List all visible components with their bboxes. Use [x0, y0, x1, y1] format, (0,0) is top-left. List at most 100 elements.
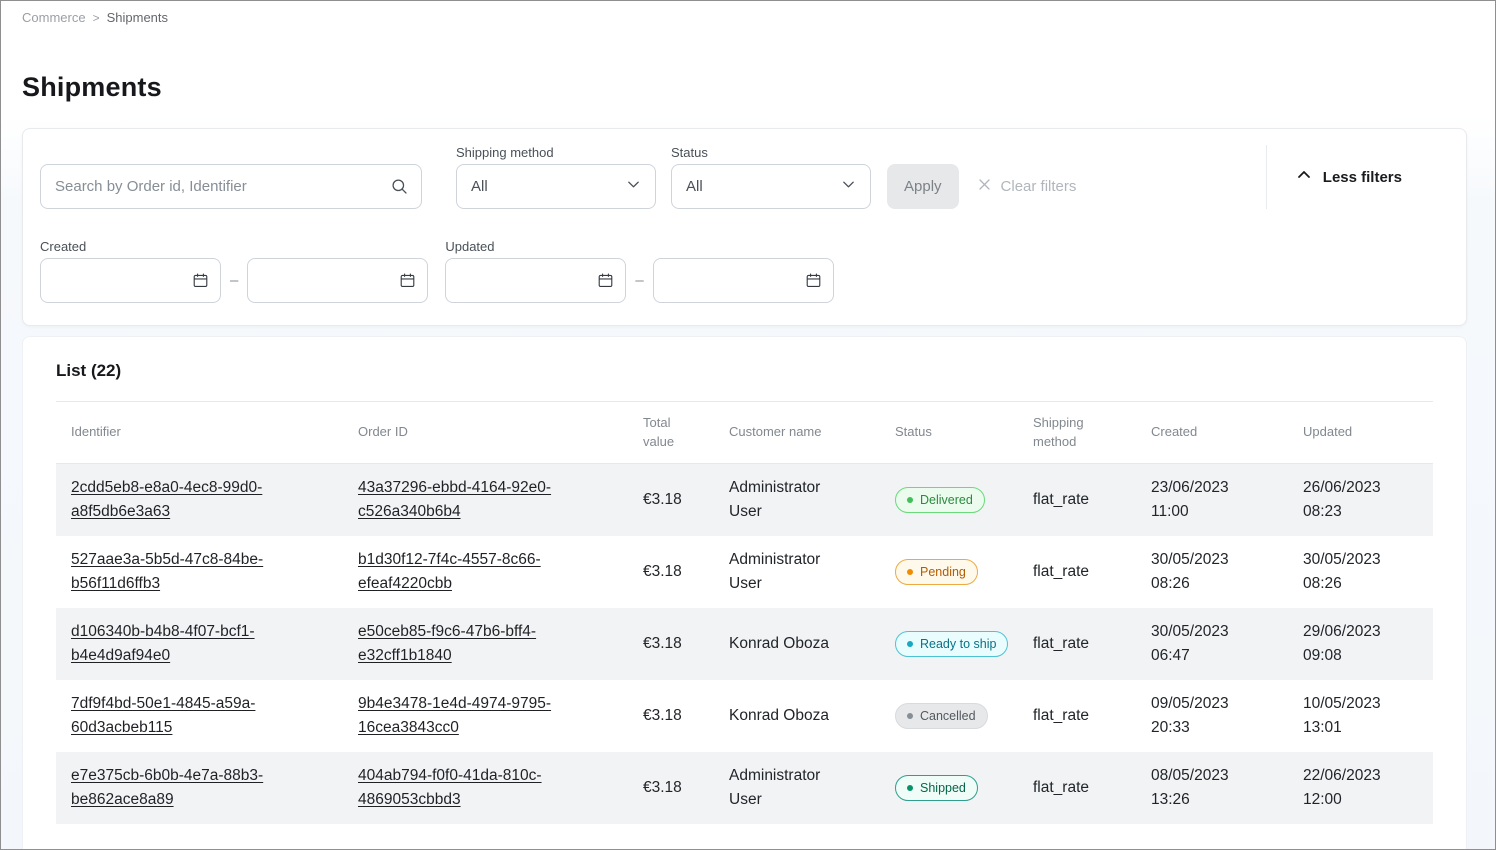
table-row: d106340b-b4b8-4f07-bcf1-b4e4d9af94e0 e50… — [56, 608, 1433, 680]
updated-cell: 30/05/2023 08:26 — [1288, 536, 1433, 608]
column-header-total-value: Total value — [628, 402, 714, 464]
shipping-method-cell: flat_rate — [1018, 464, 1136, 537]
identifier-link[interactable]: 2cdd5eb8-e8a0-4ec8-99d0-a8f5db6e3a63 — [71, 479, 262, 520]
status-dot — [907, 785, 913, 791]
created-label: Created — [40, 239, 428, 254]
table-row: 7df9f4bd-50e1-4845-a59a-60d3acbeb115 9b4… — [56, 680, 1433, 752]
order-id-link[interactable]: 9b4e3478-1e4d-4974-9795-16cea3843cc0 — [358, 695, 551, 736]
clear-filters-label: Clear filters — [1001, 178, 1077, 195]
updated-label: Updated — [445, 239, 833, 254]
shipments-table: Identifier Order ID Total value Customer… — [56, 401, 1433, 824]
less-filters-button[interactable]: Less filters — [1296, 167, 1402, 187]
status-badge-label: Ready to ship — [920, 636, 996, 652]
column-header-customer-name: Customer name — [714, 402, 880, 464]
status-badge-label: Pending — [920, 564, 966, 580]
column-header-order-id: Order ID — [343, 402, 628, 464]
customer-name-cell: Konrad Oboza — [714, 608, 880, 680]
shipping-method-value: All — [471, 178, 488, 195]
breadcrumb-separator: > — [93, 11, 100, 25]
status-badge: Cancelled — [895, 703, 988, 729]
created-to-input[interactable] — [247, 258, 428, 303]
total-value-cell: €3.18 — [628, 464, 714, 537]
identifier-link[interactable]: d106340b-b4b8-4f07-bcf1-b4e4d9af94e0 — [71, 623, 255, 664]
order-id-link[interactable]: 404ab794-f0f0-41da-810c-4869053cbbd3 — [358, 767, 542, 808]
status-label: Status — [671, 145, 871, 160]
filters-panel: Shipping method All Status All Apply — [22, 128, 1467, 326]
shipping-method-label: Shipping method — [456, 145, 656, 160]
order-id-link[interactable]: 43a37296-ebbd-4164-92e0-c526a340b6b4 — [358, 479, 551, 520]
shipments-table-body: 2cdd5eb8-e8a0-4ec8-99d0-a8f5db6e3a63 43a… — [56, 464, 1433, 825]
breadcrumb: Commerce > Shipments — [1, 1, 1495, 25]
status-badge-label: Cancelled — [920, 708, 976, 724]
search-input[interactable] — [40, 164, 422, 209]
shipping-method-cell: flat_rate — [1018, 608, 1136, 680]
shipping-method-cell: flat_rate — [1018, 536, 1136, 608]
close-icon — [977, 177, 992, 196]
updated-filter: Updated – — [445, 239, 833, 303]
customer-name-cell: Administrator User — [714, 752, 880, 824]
identifier-link[interactable]: 7df9f4bd-50e1-4845-a59a-60d3acbeb115 — [71, 695, 255, 736]
identifier-link[interactable]: e7e375cb-6b0b-4e7a-88b3-be862ace8a89 — [71, 767, 263, 808]
status-filter: Status All — [671, 145, 871, 209]
shipping-method-cell: flat_rate — [1018, 752, 1136, 824]
less-filters-label: Less filters — [1323, 169, 1402, 186]
column-header-status: Status — [880, 402, 1018, 464]
status-dot — [907, 569, 913, 575]
customer-name-cell: Administrator User — [714, 464, 880, 537]
created-cell: 30/05/2023 06:47 — [1136, 608, 1288, 680]
updated-cell: 22/06/2023 12:00 — [1288, 752, 1433, 824]
table-header: Identifier Order ID Total value Customer… — [56, 402, 1433, 464]
total-value-cell: €3.18 — [628, 608, 714, 680]
updated-cell: 10/05/2023 13:01 — [1288, 680, 1433, 752]
order-id-link[interactable]: e50ceb85-f9c6-47b6-bff4-e32cff1b1840 — [358, 623, 536, 664]
status-dot — [907, 641, 913, 647]
customer-name-cell: Konrad Oboza — [714, 680, 880, 752]
column-header-shipping-method: Shipping method — [1018, 402, 1136, 464]
status-badge-label: Shipped — [920, 780, 966, 796]
page-title: Shipments — [22, 72, 1495, 103]
order-id-link[interactable]: b1d30f12-7f4c-4557-8c66-efeaf4220cbb — [358, 551, 541, 592]
filters-divider — [1266, 145, 1267, 209]
updated-cell: 26/06/2023 08:23 — [1288, 464, 1433, 537]
table-row: 2cdd5eb8-e8a0-4ec8-99d0-a8f5db6e3a63 43a… — [56, 464, 1433, 537]
customer-name-cell: Administrator User — [714, 536, 880, 608]
status-value: All — [686, 178, 703, 195]
filters-row-primary: Shipping method All Status All Apply — [40, 145, 1450, 209]
created-cell: 09/05/2023 20:33 — [1136, 680, 1288, 752]
chevron-up-icon — [1296, 167, 1312, 187]
date-range-dash: – — [635, 272, 643, 289]
table-row: e7e375cb-6b0b-4e7a-88b3-be862ace8a89 404… — [56, 752, 1433, 824]
breadcrumb-shipments: Shipments — [107, 10, 168, 25]
created-cell: 30/05/2023 08:26 — [1136, 536, 1288, 608]
shipments-page: Commerce > Shipments Shipments Shipping … — [0, 0, 1496, 850]
updated-to-input[interactable] — [653, 258, 834, 303]
created-cell: 23/06/2023 11:00 — [1136, 464, 1288, 537]
total-value-cell: €3.18 — [628, 680, 714, 752]
shipping-method-select[interactable]: All — [456, 164, 656, 209]
column-header-identifier: Identifier — [56, 402, 343, 464]
search-field — [40, 164, 422, 209]
updated-from-input[interactable] — [445, 258, 626, 303]
status-badge: Ready to ship — [895, 631, 1008, 657]
chevron-down-icon — [841, 177, 856, 196]
created-from-input[interactable] — [40, 258, 221, 303]
identifier-link[interactable]: 527aae3a-5b5d-47c8-84be-b56f11d6ffb3 — [71, 551, 263, 592]
updated-cell: 29/06/2023 09:08 — [1288, 608, 1433, 680]
status-select[interactable]: All — [671, 164, 871, 209]
column-header-created: Created — [1136, 402, 1288, 464]
column-header-updated: Updated — [1288, 402, 1433, 464]
created-from-field — [40, 258, 221, 303]
table-row: 527aae3a-5b5d-47c8-84be-b56f11d6ffb3 b1d… — [56, 536, 1433, 608]
chevron-down-icon — [626, 177, 641, 196]
created-to-field — [247, 258, 428, 303]
clear-filters-button[interactable]: Clear filters — [969, 164, 1085, 209]
created-cell: 08/05/2023 13:26 — [1136, 752, 1288, 824]
list-title: List (22) — [56, 361, 1433, 381]
status-badge: Delivered — [895, 487, 985, 513]
breadcrumb-commerce[interactable]: Commerce — [22, 10, 86, 25]
total-value-cell: €3.18 — [628, 752, 714, 824]
status-dot — [907, 713, 913, 719]
apply-button[interactable]: Apply — [887, 164, 959, 209]
total-value-cell: €3.18 — [628, 536, 714, 608]
shipping-method-filter: Shipping method All — [456, 145, 656, 209]
